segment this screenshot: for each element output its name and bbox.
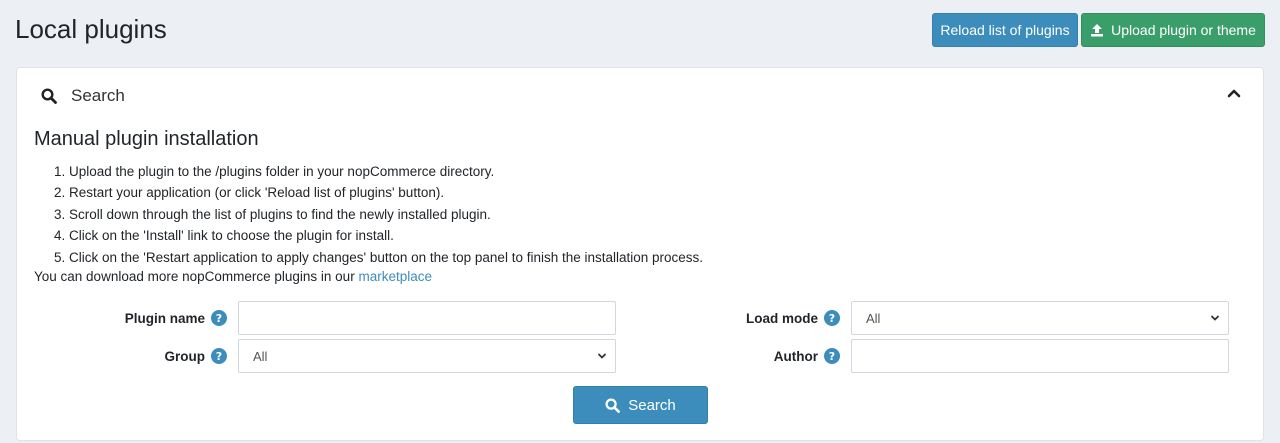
group-selected-value: All (253, 348, 268, 364)
installation-steps: Upload the plugin to the /plugins folder… (34, 161, 703, 268)
author-label: Author ? (707, 346, 840, 366)
section-title: Manual plugin installation (34, 128, 259, 150)
svg-text:?: ? (829, 350, 835, 363)
question-circle-icon[interactable]: ? (211, 348, 227, 364)
page-title: Local plugins (15, 14, 167, 44)
svg-text:?: ? (829, 312, 835, 325)
author-label-text: Author (773, 348, 818, 364)
svg-text:?: ? (216, 312, 222, 325)
question-circle-icon[interactable]: ? (824, 348, 840, 364)
search-panel-title: Search (71, 86, 125, 105)
download-note: You can download more nopCommerce plugin… (34, 268, 432, 286)
chevron-up-icon[interactable] (1227, 88, 1241, 98)
list-item: Upload the plugin to the /plugins folder… (69, 161, 703, 182)
list-item: Click on the 'Restart application to app… (69, 247, 703, 268)
svg-text:?: ? (216, 350, 222, 363)
search-panel-header[interactable]: Search (41, 86, 125, 106)
search-icon (605, 397, 621, 413)
group-select[interactable]: All (238, 339, 616, 373)
upload-icon (1090, 23, 1104, 37)
search-button[interactable]: Search (573, 386, 708, 424)
upload-plugin-button[interactable]: Upload plugin or theme (1081, 13, 1265, 47)
search-button-label: Search (628, 396, 676, 414)
load-mode-label-text: Load mode (745, 310, 818, 326)
list-item: Click on the 'Install' link to choose th… (69, 225, 703, 246)
plugin-name-input[interactable] (238, 301, 616, 335)
question-circle-icon[interactable]: ? (211, 310, 227, 326)
group-label-text: Group (164, 348, 206, 364)
reload-plugins-label: Reload list of plugins (940, 22, 1070, 38)
plugin-name-label: Plugin name ? (97, 308, 227, 328)
load-mode-select[interactable]: All (851, 301, 1229, 335)
chevron-down-icon (1210, 313, 1220, 323)
search-icon (41, 88, 57, 104)
list-item: Restart your application (or click 'Relo… (69, 182, 703, 203)
download-text: You can download more nopCommerce plugin… (34, 269, 355, 284)
question-circle-icon[interactable]: ? (824, 310, 840, 326)
author-input[interactable] (851, 339, 1229, 373)
reload-plugins-button[interactable]: Reload list of plugins (932, 13, 1078, 47)
chevron-down-icon (597, 351, 607, 361)
marketplace-link[interactable]: marketplace (358, 269, 432, 284)
load-mode-label: Load mode ? (707, 308, 840, 328)
upload-plugin-label: Upload plugin or theme (1111, 22, 1256, 38)
load-mode-selected-value: All (866, 310, 881, 326)
list-item: Scroll down through the list of plugins … (69, 204, 703, 225)
search-panel: Search Manual plugin installation Upload… (16, 67, 1264, 441)
group-label: Group ? (97, 346, 227, 366)
plugin-name-label-text: Plugin name (124, 310, 205, 326)
